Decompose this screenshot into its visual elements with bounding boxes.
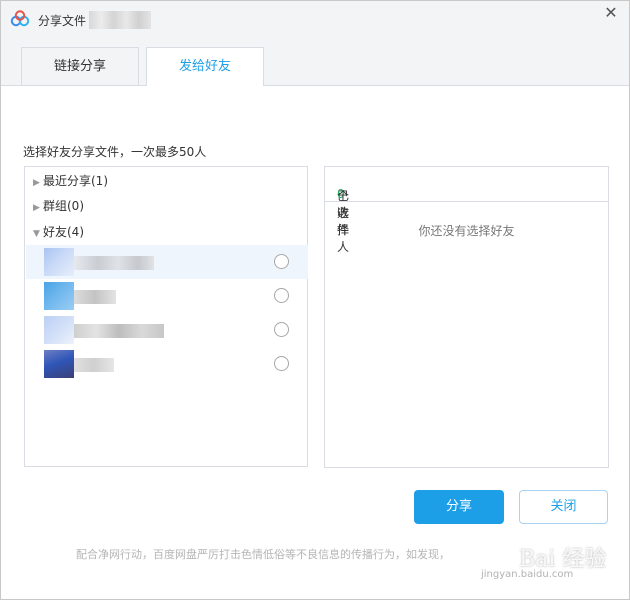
blurred-file-name — [89, 11, 151, 29]
tree-item-label: 好友(4) — [43, 225, 84, 239]
expand-arrow-icon: ▶ — [33, 178, 40, 188]
avatar — [44, 248, 74, 276]
title-bar[interactable]: 分享文件 ✕ — [1, 1, 629, 37]
select-radio[interactable] — [274, 322, 289, 337]
tab-bar: 链接分享 发给好友 — [1, 37, 629, 86]
tree-item-recent[interactable]: ▶ 最近分享(1) — [33, 171, 108, 191]
footer-notice: 配合净网行动，百度网盘严厉打击色情低俗等不良信息的传播行为，如发现， — [76, 548, 450, 561]
tree-item-friends[interactable]: ▼ 好友(4) — [33, 222, 84, 242]
select-radio[interactable] — [274, 254, 289, 269]
tab-link-share[interactable]: 链接分享 — [21, 47, 139, 85]
select-radio[interactable] — [274, 288, 289, 303]
tab-send-to-friends[interactable]: 发给好友 — [146, 47, 264, 86]
tree-item-label: 群组(0) — [43, 199, 84, 213]
baidu-jingyan-watermark: Bai 经验 jingyan.baidu.com — [481, 539, 611, 589]
share-button[interactable]: 分享 — [414, 490, 504, 524]
friend-row[interactable] — [26, 279, 308, 313]
close-icon[interactable]: ✕ — [601, 3, 621, 23]
friend-tree-panel[interactable]: ▶ 最近分享(1) ▶ 群组(0) ▼ 好友(4) — [24, 166, 308, 467]
tree-item-groups[interactable]: ▶ 群组(0) — [33, 196, 84, 216]
empty-state-text: 你还没有选择好友 — [418, 224, 515, 238]
friend-row[interactable] — [26, 245, 308, 279]
avatar — [44, 316, 74, 344]
friend-row[interactable] — [26, 313, 308, 347]
blurred-friend-name — [74, 256, 154, 270]
close-button[interactable]: 关闭 — [519, 490, 608, 524]
blurred-friend-name — [74, 324, 164, 338]
selected-count-header: 已选择 0 个收件人 — [325, 167, 608, 254]
watermark-url: jingyan.baidu.com — [481, 569, 574, 580]
blurred-friend-name — [74, 358, 114, 372]
dialog-title: 分享文件 — [38, 14, 87, 28]
tree-item-label: 最近分享(1) — [43, 174, 108, 188]
friend-row[interactable] — [26, 347, 308, 381]
expand-arrow-icon: ▶ — [33, 203, 40, 213]
selected-recipients-panel: 已选择 0 个收件人 你还没有选择好友 — [324, 166, 609, 468]
avatar — [44, 350, 74, 378]
avatar — [44, 282, 74, 310]
baidu-netdisk-logo-icon — [10, 10, 30, 27]
selection-hint: 选择好友分享文件，一次最多50人 — [23, 145, 207, 159]
share-dialog: 分享文件 ✕ 链接分享 发给好友 选择好友分享文件，一次最多50人 ▶ 最近分享(… — [0, 0, 630, 600]
select-radio[interactable] — [274, 356, 289, 371]
collapse-arrow-icon: ▼ — [33, 229, 40, 239]
blurred-friend-name — [74, 290, 116, 304]
